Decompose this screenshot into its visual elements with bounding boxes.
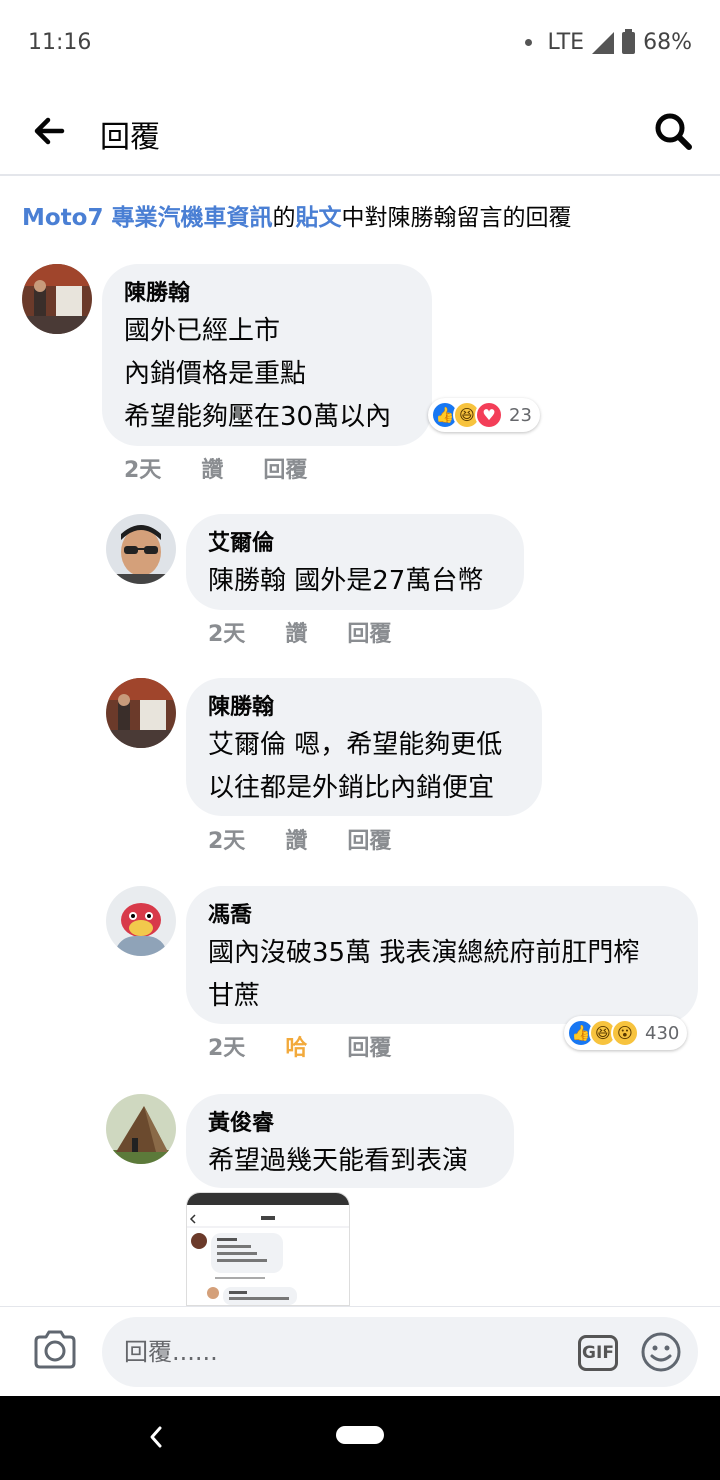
gif-icon: GIF	[582, 1343, 614, 1363]
camera-button[interactable]	[32, 1327, 78, 1373]
status-time: 11:16	[28, 30, 92, 55]
comment-text: 艾爾倫 嗯，希望能夠更低 以往都是外銷比內銷便宜	[208, 730, 503, 803]
comment-time: 2天	[208, 622, 246, 647]
chevron-left-icon	[150, 1426, 162, 1448]
comment-author[interactable]: 艾爾倫	[208, 528, 502, 560]
comment-text: 國內沒破35萬 我表演總統府前肛門榨 甘蔗	[208, 938, 640, 1011]
reply-composer: 回覆...... GIF	[0, 1306, 720, 1396]
like-button[interactable]: 讚	[285, 622, 307, 647]
post-link[interactable]: 貼文	[296, 205, 342, 231]
comment-text: 陳勝翰 國外是27萬台幣	[208, 566, 484, 596]
avatar-photo	[22, 264, 92, 334]
comment-text: 國外已經上市 內銷價格是重點 希望能夠壓在30萬以內	[124, 316, 392, 432]
avatar[interactable]	[106, 514, 176, 584]
search-button[interactable]	[650, 108, 696, 154]
avatar[interactable]	[106, 886, 176, 956]
reply-context: Moto7 專業汽機車資訊的貼文中對陳勝翰留言的回覆	[22, 198, 572, 232]
context-text-1: 的	[272, 205, 296, 231]
reply-button[interactable]: 回覆	[263, 458, 307, 483]
back-button[interactable]	[26, 108, 72, 154]
reply-button[interactable]: 回覆	[347, 829, 391, 854]
avatar[interactable]	[22, 264, 92, 334]
comment-meta: 2天 讚 回覆	[208, 823, 431, 855]
avatar[interactable]	[106, 1094, 176, 1164]
battery-percent: 68%	[643, 30, 692, 55]
reply-button[interactable]: 回覆	[347, 1036, 391, 1061]
status-indicators: LTE 68%	[524, 28, 692, 55]
wow-reaction-icon: 😮	[611, 1019, 639, 1047]
system-back-button[interactable]	[146, 1422, 166, 1452]
reaction-summary[interactable]: 👍 😆 😮 430	[564, 1016, 688, 1050]
battery-icon	[622, 28, 636, 54]
comment-author[interactable]: 陳勝翰	[124, 278, 410, 310]
comment-time: 2天	[208, 829, 246, 854]
reaction-count: 23	[509, 404, 532, 426]
comment-time: 2天	[208, 1036, 246, 1061]
attached-image-preview	[187, 1205, 349, 1305]
love-reaction-icon: ♥	[475, 401, 503, 429]
comment-time: 2天	[124, 458, 162, 483]
comment-bubble[interactable]: 陳勝翰 國外已經上市 內銷價格是重點 希望能夠壓在30萬以內	[102, 264, 432, 446]
page-title: 回覆	[100, 120, 160, 155]
comment-text: 希望過幾天能看到表演	[208, 1146, 469, 1176]
comment-bubble[interactable]: 黃俊睿 希望過幾天能看到表演	[186, 1094, 514, 1188]
app-header: 回覆	[0, 86, 720, 176]
comment-author[interactable]: 陳勝翰	[208, 692, 520, 724]
avatar-photo	[106, 1094, 176, 1164]
gif-button[interactable]: GIF	[578, 1335, 618, 1371]
search-icon	[655, 113, 692, 150]
system-home-button[interactable]	[336, 1426, 384, 1444]
avatar[interactable]	[106, 678, 176, 748]
comment-author[interactable]: 黃俊睿	[208, 1108, 492, 1140]
notification-dot-icon	[524, 39, 532, 46]
haha-button[interactable]: 哈	[285, 1036, 307, 1061]
comment-bubble[interactable]: 馮喬 國內沒破35萬 我表演總統府前肛門榨 甘蔗	[186, 886, 698, 1024]
avatar-photo	[106, 886, 176, 956]
comment-meta: 2天 哈 回覆	[208, 1030, 431, 1062]
avatar-photo	[106, 514, 176, 584]
avatar-photo	[106, 678, 176, 748]
context-text-2: 中對陳勝翰留言的回覆	[341, 205, 572, 231]
like-button[interactable]: 讚	[285, 829, 307, 854]
emoji-button[interactable]	[640, 1331, 682, 1373]
arrow-left-icon	[34, 117, 65, 145]
reaction-summary[interactable]: 👍 😆 ♥ 23	[428, 398, 540, 432]
attached-image-statusbar	[187, 1193, 349, 1205]
system-nav-bar	[0, 1396, 720, 1480]
attached-image[interactable]	[186, 1192, 350, 1306]
reaction-count: 430	[645, 1022, 680, 1044]
status-bar: 11:16 LTE 68%	[0, 0, 720, 86]
like-button[interactable]: 讚	[201, 458, 223, 483]
smiley-icon	[641, 1332, 681, 1372]
comment-meta: 2天 讚 回覆	[208, 616, 431, 648]
comment-bubble[interactable]: 陳勝翰 艾爾倫 嗯，希望能夠更低 以往都是外銷比內銷便宜	[186, 678, 542, 816]
comment-author[interactable]: 馮喬	[208, 900, 676, 932]
comment-bubble[interactable]: 艾爾倫 陳勝翰 國外是27萬台幣	[186, 514, 524, 610]
reply-button[interactable]: 回覆	[347, 622, 391, 647]
camera-icon	[34, 1330, 76, 1369]
signal-icon	[592, 31, 615, 54]
comment-meta: 2天 讚 回覆	[124, 452, 347, 484]
page-link[interactable]: Moto7 專業汽機車資訊	[22, 205, 273, 231]
network-type: LTE	[547, 30, 585, 55]
